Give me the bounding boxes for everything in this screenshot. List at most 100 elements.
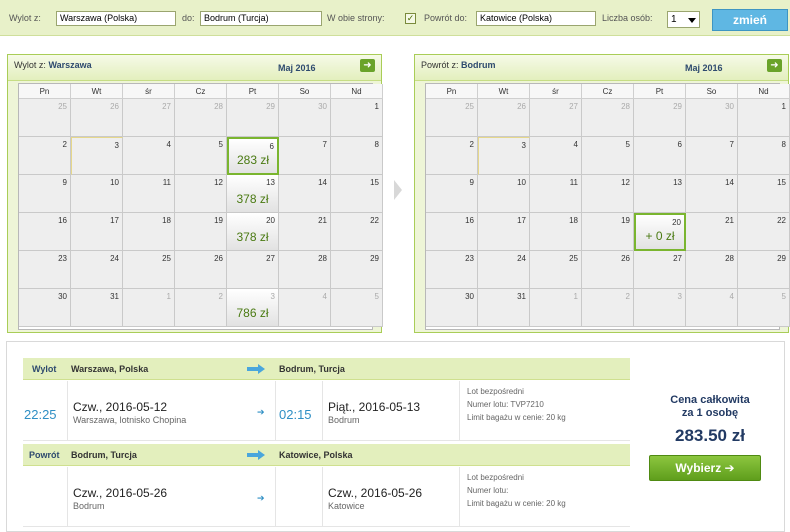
- calendar-day-cell[interactable]: 31: [71, 289, 123, 327]
- calendar-day-cell[interactable]: 30: [426, 289, 478, 327]
- calendar-day-cell[interactable]: 22: [738, 213, 790, 251]
- calendar-day-cell[interactable]: 26: [175, 251, 227, 289]
- calendar-day-cell[interactable]: 13 378 zł: [227, 175, 279, 213]
- calendar-day-cell[interactable]: 9: [19, 175, 71, 213]
- calendar-day-cell[interactable]: 12: [175, 175, 227, 213]
- calendar-day-cell[interactable]: 17: [71, 213, 123, 251]
- calendar-day-cell[interactable]: 7: [686, 137, 738, 175]
- day-number: 16: [58, 216, 67, 225]
- calendar-day-cell[interactable]: 4: [530, 137, 582, 175]
- return-field[interactable]: Katowice (Polska): [476, 11, 596, 26]
- day-number: 30: [725, 102, 734, 111]
- calendar-day-cell[interactable]: 3: [71, 137, 123, 175]
- next-month-arrow-icon[interactable]: ➜: [360, 59, 375, 72]
- day-number: 24: [110, 254, 119, 263]
- return-calendar: Powrót z: Bodrum Maj 2016 ➜ Pn Wt śr Cz Pt So…: [414, 54, 790, 333]
- calendar-day-cell[interactable]: 18: [530, 213, 582, 251]
- calendar-day-cell[interactable]: 27: [227, 251, 279, 289]
- calendar-day-cell[interactable]: 6 283 zł: [227, 137, 279, 175]
- calendar-day-cell[interactable]: 23: [19, 251, 71, 289]
- calendar-day-cell[interactable]: 2: [426, 137, 478, 175]
- calendar-day-cell[interactable]: 7: [279, 137, 331, 175]
- calendar-day-cell[interactable]: 4: [123, 137, 175, 175]
- calendar-day-cell[interactable]: 24: [71, 251, 123, 289]
- day-number: 27: [673, 254, 682, 263]
- calendar-day-cell[interactable]: 10: [478, 175, 530, 213]
- calendar-day-cell[interactable]: 24: [478, 251, 530, 289]
- day-number: 30: [58, 292, 67, 301]
- calendar-header: Powrót z: Bodrum Maj 2016 ➜: [415, 55, 788, 81]
- choose-button[interactable]: Wybierz ➔: [649, 455, 761, 481]
- weekday-header: Pn: [19, 84, 71, 99]
- calendar-day-cell[interactable]: 26: [582, 251, 634, 289]
- calendar-day-cell[interactable]: 25: [123, 251, 175, 289]
- calendar-day-cell[interactable]: 9: [426, 175, 478, 213]
- calendar-day-cell[interactable]: 6: [634, 137, 686, 175]
- weekday-header: Nd: [738, 84, 790, 99]
- day-number: 31: [110, 292, 119, 301]
- calendar-title: Wylot z: Warszawa: [14, 60, 92, 70]
- calendar-day-cell[interactable]: 21: [279, 213, 331, 251]
- calendar-day-cell[interactable]: 5: [175, 137, 227, 175]
- change-search-button[interactable]: zmień: [712, 9, 788, 31]
- day-number: 28: [318, 254, 327, 263]
- calendar-day-cell[interactable]: 20 + 0 zł: [634, 213, 686, 251]
- calendar-day-cell[interactable]: 25: [530, 251, 582, 289]
- calendar-day-cell: 27: [123, 99, 175, 137]
- day-price: 786 zł: [236, 306, 269, 320]
- calendar-day-cell[interactable]: 27: [634, 251, 686, 289]
- day-number: 11: [569, 178, 578, 187]
- calendar-day-cell: 26: [71, 99, 123, 137]
- weekday-header: śr: [530, 84, 582, 99]
- calendar-day-cell[interactable]: 28: [686, 251, 738, 289]
- direct-flight-text: Lot bezpośredni: [467, 473, 524, 482]
- calendar-day-cell[interactable]: 15: [738, 175, 790, 213]
- calendar-day-cell[interactable]: 13: [634, 175, 686, 213]
- divider: [67, 467, 68, 527]
- calendar-day-cell[interactable]: 14: [686, 175, 738, 213]
- calendar-day-cell[interactable]: 3: [478, 137, 530, 175]
- divider: [322, 381, 323, 441]
- calendar-day-cell[interactable]: 22: [331, 213, 383, 251]
- calendar-day-cell[interactable]: 20 378 zł: [227, 213, 279, 251]
- calendar-day-cell[interactable]: 5: [582, 137, 634, 175]
- calendar-day-cell[interactable]: 28: [279, 251, 331, 289]
- outbound-to: Bodrum, Turcja: [279, 364, 345, 374]
- calendar-day-cell: 1: [123, 289, 175, 327]
- calendar-day-cell[interactable]: 30: [19, 289, 71, 327]
- day-number: 30: [465, 292, 474, 301]
- calendar-day-cell[interactable]: 8: [331, 137, 383, 175]
- calendar-day-cell[interactable]: 23: [426, 251, 478, 289]
- calendar-day-cell[interactable]: 11: [123, 175, 175, 213]
- calendar-day-cell[interactable]: 10: [71, 175, 123, 213]
- calendar-day-cell[interactable]: 17: [478, 213, 530, 251]
- calendar-day-cell[interactable]: 16: [19, 213, 71, 251]
- calendar-day-cell[interactable]: 1: [738, 99, 790, 137]
- calendar-day-cell: 29: [227, 99, 279, 137]
- calendar-day-cell[interactable]: 11: [530, 175, 582, 213]
- persons-select[interactable]: 1: [667, 11, 700, 28]
- calendar-day-cell[interactable]: 1: [331, 99, 383, 137]
- calendar-day-cell[interactable]: 15: [331, 175, 383, 213]
- calendar-day-cell[interactable]: 29: [331, 251, 383, 289]
- calendar-day-cell[interactable]: 18: [123, 213, 175, 251]
- calendar-day-cell[interactable]: 31: [478, 289, 530, 327]
- roundtrip-checkbox[interactable]: ✓: [405, 13, 416, 24]
- calendar-day-cell[interactable]: 16: [426, 213, 478, 251]
- outbound-from: Warszawa, Polska: [71, 364, 149, 374]
- calendar-day-cell[interactable]: 21: [686, 213, 738, 251]
- calendar-day-cell[interactable]: 14: [279, 175, 331, 213]
- calendar-day-cell[interactable]: 8: [738, 137, 790, 175]
- calendar-day-cell[interactable]: 2: [19, 137, 71, 175]
- return-from: Bodrum, Turcja: [71, 450, 137, 460]
- from-field[interactable]: Warszawa (Polska): [56, 11, 176, 26]
- calendar-day-cell[interactable]: 29: [738, 251, 790, 289]
- calendar-day-cell: 5: [738, 289, 790, 327]
- next-month-arrow-icon[interactable]: ➜: [767, 59, 782, 72]
- day-number: 8: [374, 140, 379, 149]
- to-field[interactable]: Bodrum (Turcja): [200, 11, 322, 26]
- calendar-day-cell[interactable]: 19: [582, 213, 634, 251]
- calendar-day-cell[interactable]: 12: [582, 175, 634, 213]
- calendar-day-cell[interactable]: 19: [175, 213, 227, 251]
- day-number: 1: [781, 102, 786, 111]
